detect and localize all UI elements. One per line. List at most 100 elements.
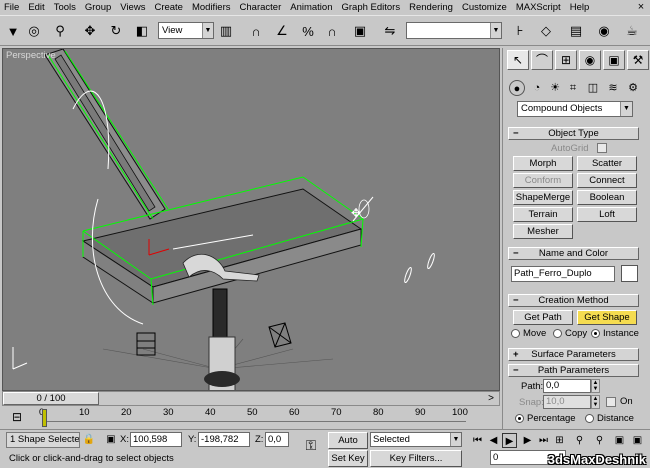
material-editor-icon[interactable]: ◉ [594, 21, 614, 41]
rollout-object-type[interactable]: − Object Type [508, 127, 639, 140]
current-frame-marker[interactable] [42, 409, 47, 427]
rollout-surface-parameters[interactable]: + Surface Parameters [508, 348, 639, 361]
menu-rendering[interactable]: Rendering [409, 2, 453, 13]
loft-button[interactable]: Loft [577, 207, 637, 222]
get-shape-button[interactable]: Get Shape [577, 310, 637, 325]
shapemerge-button[interactable]: ShapeMerge [513, 190, 573, 205]
render-icon[interactable]: ☕ [622, 21, 642, 41]
autogrid-checkbox[interactable] [597, 143, 607, 153]
go-to-start-icon[interactable]: ⏮ [470, 433, 485, 448]
menu-create[interactable]: Create [154, 2, 183, 13]
mesher-button[interactable]: Mesher [513, 224, 573, 239]
auto-key-button[interactable]: Auto Key [328, 432, 368, 461]
connect-button[interactable]: Connect [577, 173, 637, 188]
snap-on-checkbox[interactable] [606, 397, 616, 407]
viewport-label[interactable]: Perspective [6, 50, 56, 61]
mini-curve-editor-icon[interactable]: ⊟ [8, 408, 26, 426]
geometry-icon[interactable]: ● [509, 80, 525, 96]
object-category-select[interactable]: Compound Objects ▼ [517, 101, 633, 117]
previous-frame-icon[interactable]: ◀ [486, 433, 501, 448]
shapes-icon[interactable]: ◔ [529, 80, 545, 96]
morph-button[interactable]: Morph [513, 156, 573, 171]
menu-character[interactable]: Character [240, 2, 282, 13]
lights-icon[interactable]: ☀ [547, 80, 563, 96]
modify-tab-icon[interactable]: ⌒ [531, 50, 553, 70]
rollout-path-parameters[interactable]: − Path Parameters [508, 364, 639, 377]
menu-group[interactable]: Group [85, 2, 111, 13]
get-path-button[interactable]: Get Path [513, 310, 573, 325]
menu-tools[interactable]: Tools [54, 2, 76, 13]
dropdown-arrow-icon[interactable]: ▼ [3, 21, 23, 41]
reference-coordinate-select[interactable]: View ▼ [158, 22, 214, 39]
go-to-end-icon[interactable]: ⏭ [536, 433, 551, 448]
key-filters-button[interactable]: Key Filters... [370, 450, 462, 467]
snap-value-field[interactable]: 10,0 [543, 395, 591, 409]
boolean-button[interactable]: Boolean [577, 190, 637, 205]
move-radio[interactable] [511, 329, 520, 338]
key-mode-select[interactable]: Selected ▼ [370, 432, 462, 447]
mirror-icon[interactable]: ⇋ [380, 21, 400, 41]
create-tab-icon[interactable]: ↖ [507, 50, 529, 70]
pivot-center-icon[interactable]: ▥ [216, 21, 236, 41]
zoom-extents-all-icon[interactable]: ▣ [630, 433, 645, 448]
time-slider[interactable]: 0 / 100 > [2, 391, 500, 406]
next-frame-icon[interactable]: ▶ [520, 433, 535, 448]
x-coordinate-field[interactable]: 100,598 [130, 432, 182, 447]
percentage-radio[interactable] [515, 414, 524, 423]
key-icon[interactable]: ⚿ [300, 434, 322, 456]
snap-spinner-icon[interactable]: ▲ ▼ [591, 395, 600, 409]
rollout-creation-method[interactable]: − Creation Method [508, 294, 639, 307]
angle-snap-icon[interactable]: ∠ [272, 21, 292, 41]
motion-tab-icon[interactable]: ◉ [579, 50, 601, 70]
set-key-button[interactable]: Set Key [328, 450, 368, 467]
rotate-icon[interactable]: ↻ [106, 21, 126, 41]
select-object-icon[interactable]: ◎ [24, 21, 44, 41]
cameras-icon[interactable]: ⌗ [565, 80, 581, 96]
object-color-swatch[interactable] [621, 265, 638, 282]
menu-file[interactable]: File [4, 2, 19, 13]
path-value-field[interactable]: 0,0 [543, 379, 591, 393]
play-icon[interactable]: ▶ [502, 433, 517, 448]
z-coordinate-field[interactable]: 0,0 [265, 432, 289, 447]
systems-icon[interactable]: ⚙ [625, 80, 641, 96]
space-warps-icon[interactable]: ≋ [605, 80, 621, 96]
window-close-icon[interactable]: × [634, 1, 648, 14]
conform-button[interactable]: Conform [513, 173, 573, 188]
zoom-extents-icon[interactable]: ▣ [612, 433, 627, 448]
path-spinner-icon[interactable]: ▲ ▼ [591, 379, 600, 393]
time-next-icon[interactable]: > [484, 392, 498, 405]
menu-modifiers[interactable]: Modifiers [192, 2, 231, 13]
scatter-button[interactable]: Scatter [577, 156, 637, 171]
helpers-icon[interactable]: ◫ [585, 80, 601, 96]
rollout-name-and-color[interactable]: − Name and Color [508, 247, 639, 260]
menu-customize[interactable]: Customize [462, 2, 507, 13]
align-icon[interactable]: ⊦ [510, 21, 530, 41]
display-tab-icon[interactable]: ▣ [603, 50, 625, 70]
menu-views[interactable]: Views [120, 2, 145, 13]
menu-help[interactable]: Help [570, 2, 590, 13]
curve-editor-icon[interactable]: ▤ [566, 21, 586, 41]
copy-radio[interactable] [553, 329, 562, 338]
terrain-button[interactable]: Terrain [513, 207, 573, 222]
absolute-mode-icon[interactable]: ▣ [104, 431, 118, 447]
layer-icon[interactable]: ◇ [536, 21, 556, 41]
move-icon[interactable]: ✥ [80, 21, 100, 41]
utilities-tab-icon[interactable]: ⚒ [627, 50, 649, 70]
menu-animation[interactable]: Animation [290, 2, 332, 13]
named-selection-select[interactable]: ▼ [406, 22, 502, 39]
object-name-field[interactable]: Path_Ferro_Duplo [511, 266, 615, 282]
menu-maxscript[interactable]: MAXScript [516, 2, 561, 13]
lock-icon[interactable]: 🔒 [82, 431, 96, 447]
y-coordinate-field[interactable]: -198,782 [198, 432, 250, 447]
time-slider-thumb[interactable]: 0 / 100 [3, 392, 99, 405]
select-link-icon[interactable]: ⚲ [50, 21, 70, 41]
key-mode-toggle-icon[interactable]: ⊞ [552, 433, 567, 448]
hierarchy-tab-icon[interactable]: ⊞ [555, 50, 577, 70]
instance-radio[interactable] [591, 329, 600, 338]
menu-graph-editors[interactable]: Graph Editors [341, 2, 400, 13]
menu-edit[interactable]: Edit [28, 2, 44, 13]
snap-toggle-icon[interactable]: ∩ [246, 21, 266, 41]
named-selection-icon[interactable]: ▣ [350, 21, 370, 41]
scale-icon[interactable]: ◧ [132, 21, 152, 41]
percent-snap-icon[interactable]: % [298, 21, 318, 41]
